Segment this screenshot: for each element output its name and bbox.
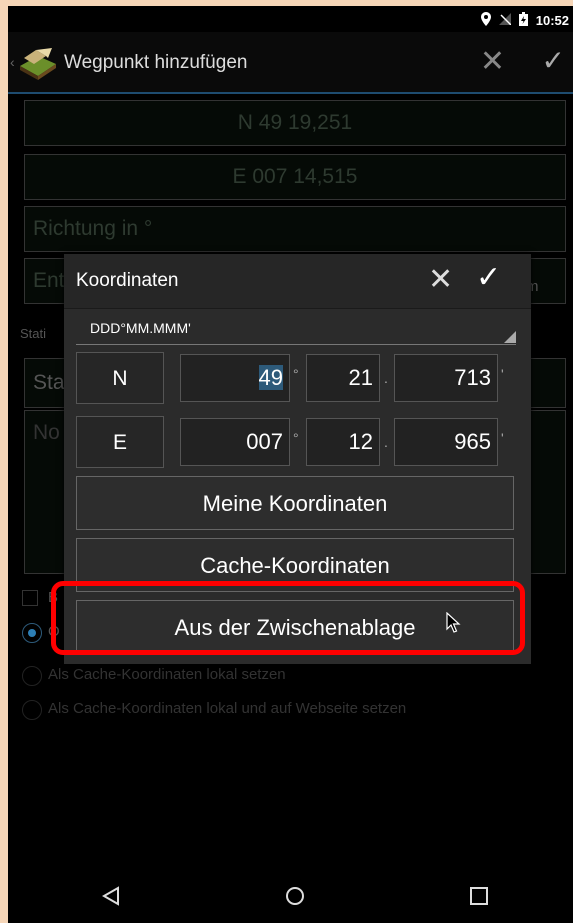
- degree-symbol: °: [293, 366, 299, 382]
- dropdown-triangle-icon: [504, 331, 516, 343]
- degree-symbol: °: [293, 430, 299, 446]
- status-time: 10:52: [535, 13, 569, 28]
- dialog-title: Koordinaten: [76, 270, 179, 291]
- dialog-header: Koordinaten ✕ ✓: [64, 254, 531, 309]
- apostrophe-symbol: ': [501, 430, 504, 446]
- latitude-field[interactable]: N 49 19,251: [24, 100, 566, 146]
- close-icon[interactable]: ✕: [480, 44, 505, 79]
- direction-input[interactable]: Richtung in °: [24, 206, 566, 252]
- apostrophe-symbol: ': [501, 366, 504, 382]
- my-coordinates-button[interactable]: Meine Koordinaten: [76, 476, 514, 530]
- north-fraction-input[interactable]: 713: [394, 354, 498, 402]
- mouse-cursor-icon: [446, 611, 462, 634]
- action-bar: ‹ Wegpunkt hinzufügen ✕ ✓: [8, 32, 573, 94]
- radio-selected[interactable]: [22, 623, 42, 643]
- format-value: DDD°MM.MMM': [90, 320, 191, 336]
- screen: 10:52 ‹ Wegpunkt hinzufügen ✕ ✓ N 49 19,…: [8, 6, 573, 923]
- confirm-check-icon[interactable]: ✓: [542, 44, 565, 77]
- format-dropdown[interactable]: DDD°MM.MMM': [76, 314, 516, 345]
- battery-icon: [518, 12, 528, 29]
- radio-cache-web[interactable]: [22, 700, 42, 720]
- east-fraction-input[interactable]: 965: [394, 418, 498, 466]
- dot-separator: .: [384, 370, 388, 386]
- radio-cache-local[interactable]: [22, 666, 42, 686]
- section-label: Stati: [20, 326, 47, 341]
- east-minutes-input[interactable]: 12: [306, 418, 380, 466]
- dialog-confirm-check-icon[interactable]: ✓: [476, 260, 501, 295]
- longitude-field[interactable]: E 007 14,515: [24, 154, 566, 200]
- east-hemisphere-button[interactable]: E: [76, 416, 164, 468]
- nav-recents-icon[interactable]: [468, 885, 490, 914]
- navigation-bar: [8, 875, 573, 923]
- status-bar: 10:52: [8, 6, 573, 32]
- north-degrees-value: 49: [258, 365, 283, 390]
- radio-label-2: Als Cache-Koordinaten lokal setzen: [48, 666, 286, 683]
- nav-back-icon[interactable]: [100, 885, 122, 914]
- north-minutes-input[interactable]: 21: [306, 354, 380, 402]
- dot-separator: .: [384, 434, 388, 450]
- north-degrees-input[interactable]: 49: [180, 354, 290, 402]
- app-logo-icon[interactable]: [18, 46, 58, 80]
- back-caret-icon[interactable]: ‹: [10, 54, 15, 70]
- no-signal-icon: [498, 13, 512, 28]
- north-hemisphere-button[interactable]: N: [76, 352, 164, 404]
- east-degrees-input[interactable]: 007: [180, 418, 290, 466]
- radio-label-3: Als Cache-Koordinaten lokal und auf Webs…: [48, 700, 407, 717]
- page-title: Wegpunkt hinzufügen: [64, 52, 248, 73]
- checkbox[interactable]: [22, 590, 38, 606]
- nav-home-icon[interactable]: [284, 885, 306, 914]
- dialog-close-icon[interactable]: ✕: [428, 262, 453, 297]
- location-icon: [480, 12, 491, 29]
